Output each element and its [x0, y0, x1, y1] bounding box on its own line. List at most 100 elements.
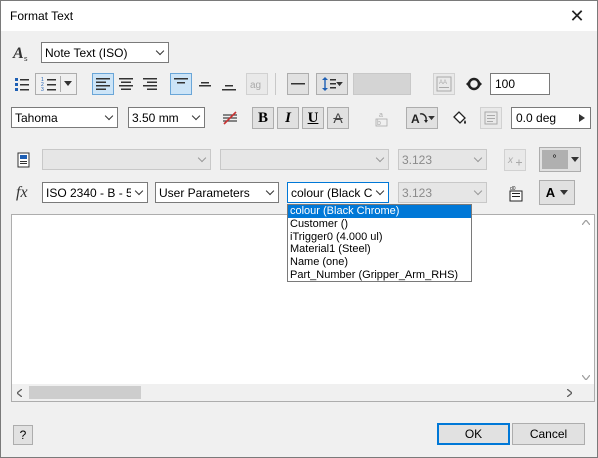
scroll-down-icon[interactable]: [582, 375, 590, 380]
cancel-button[interactable]: Cancel: [512, 423, 585, 445]
text-frame-button[interactable]: [480, 107, 502, 129]
ok-button[interactable]: OK: [437, 423, 510, 445]
dropdown-option[interactable]: Part_Number (Gripper_Arm_RHS): [288, 269, 471, 282]
help-icon: ?: [19, 428, 27, 442]
horizontal-scroll-thumb[interactable]: [29, 386, 141, 399]
dropdown-arrow-icon: [560, 189, 569, 195]
fill-color-button[interactable]: [448, 107, 470, 129]
font-size-select[interactable]: 3.50 mm: [128, 107, 205, 128]
bold-button[interactable]: B: [252, 107, 274, 129]
font-value: Tahoma: [15, 110, 58, 125]
precision-value-top: 3.123: [402, 152, 433, 167]
paint-bucket-icon: [453, 111, 466, 124]
component-select[interactable]: [42, 149, 211, 170]
dropdown-option[interactable]: iTrigger0 (4.000 ul): [288, 231, 471, 244]
component-icon: [13, 149, 35, 171]
scroll-up-icon[interactable]: [582, 220, 590, 225]
svg-text:3: 3: [41, 87, 44, 92]
rotate-text-button[interactable]: A: [406, 107, 438, 129]
horizontal-scrollbar[interactable]: [12, 384, 577, 401]
bullet-list-icon: [15, 78, 29, 91]
source-select[interactable]: [220, 149, 389, 170]
italic-button[interactable]: I: [277, 107, 299, 129]
dropdown-arrow-icon: [570, 156, 579, 162]
strikethrough-button[interactable]: A: [327, 107, 349, 129]
standard-select[interactable]: ISO 2340 - B - 50: [42, 182, 148, 203]
chevron-down-icon: [470, 150, 486, 169]
svg-text:ag: ag: [250, 80, 261, 91]
align-center-button[interactable]: [115, 73, 137, 95]
text-color-label: A: [545, 185, 556, 200]
chevron-down-icon: [131, 183, 147, 202]
parameter-dropdown-list[interactable]: colour (Black Chrome) Customer () iTrigg…: [287, 204, 472, 282]
parameter-type-value: User Parameters: [159, 185, 250, 200]
bullets-button[interactable]: [11, 73, 33, 95]
help-button[interactable]: ?: [13, 425, 33, 445]
rotation-value: 0.0 deg: [516, 111, 557, 125]
add-property-button[interactable]: x: [504, 149, 526, 171]
scrollbar-corner: [577, 384, 594, 401]
fit-text-button[interactable]: AA: [433, 73, 455, 95]
precision-select[interactable]: 3.123: [398, 182, 487, 203]
dropdown-option[interactable]: Name (one): [288, 256, 471, 269]
parameter-select[interactable]: colour (Black Chr: [287, 182, 389, 203]
text-case-icon: ab: [375, 112, 388, 127]
chevron-down-icon: [152, 43, 168, 62]
stack-text-button[interactable]: [219, 107, 241, 129]
add-parameter-button[interactable]: d0: [505, 182, 527, 204]
text-frame-icon: [484, 111, 498, 125]
precision-select-top[interactable]: 3.123: [398, 149, 487, 170]
align-left-button[interactable]: [92, 73, 114, 95]
add-text-parameter-icon: x: [507, 155, 522, 166]
close-button[interactable]: ✕: [557, 1, 597, 31]
chevron-down-icon: [101, 108, 117, 127]
add-parameter-icon: d0: [509, 186, 523, 202]
valign-bottom-button[interactable]: [218, 73, 240, 95]
rotation-field[interactable]: 0.0 deg: [511, 107, 591, 129]
svg-text:A: A: [411, 112, 420, 126]
align-right-button[interactable]: [139, 73, 161, 95]
align-right-icon: [143, 78, 157, 90]
chevron-down-icon: [194, 150, 210, 169]
text-style-select[interactable]: Note Text (ISO): [41, 42, 169, 63]
line-spacing-button[interactable]: [316, 73, 348, 95]
valign-top-button[interactable]: [170, 73, 192, 95]
scroll-right-icon[interactable]: [567, 389, 572, 397]
width-scale-field[interactable]: 100: [490, 73, 550, 95]
symbol-button[interactable]: °: [539, 147, 581, 172]
underline-button[interactable]: U: [302, 107, 324, 129]
fx-icon: fx: [16, 184, 28, 201]
parameter-type-select[interactable]: User Parameters: [155, 182, 279, 203]
dropdown-option[interactable]: colour (Black Chrome): [288, 205, 471, 218]
italic-label: I: [285, 109, 291, 126]
chevron-down-icon: [372, 183, 388, 202]
toolbar-separator: [275, 73, 276, 95]
rotate-text-icon: A: [411, 112, 428, 126]
case-button[interactable]: ab: [371, 107, 393, 129]
chevron-down-icon: [188, 108, 204, 127]
align-bottom-icon: [222, 85, 236, 91]
numbering-split-button[interactable]: 1 2 3: [35, 73, 77, 95]
underline-label: U: [307, 109, 319, 126]
align-middle-icon: [199, 82, 211, 87]
line-button[interactable]: [287, 73, 309, 95]
dropdown-option[interactable]: Material1 (Steel): [288, 243, 471, 256]
dropdown-option[interactable]: Customer (): [288, 218, 471, 231]
scroll-left-icon[interactable]: [17, 389, 22, 397]
text-color-button[interactable]: A: [539, 180, 575, 205]
insert-symbol-button[interactable]: ag: [246, 73, 268, 95]
chevron-down-icon: [470, 183, 486, 202]
strikethrough-label: A: [333, 110, 343, 126]
align-left-icon: [96, 78, 110, 90]
line-spacing-value-field[interactable]: [353, 73, 411, 95]
svg-text:s: s: [24, 56, 28, 63]
valign-middle-button[interactable]: [194, 73, 216, 95]
text-style-icon: A s: [11, 42, 33, 64]
ag-text-icon: ag: [250, 80, 261, 91]
font-select[interactable]: Tahoma: [11, 107, 118, 128]
format-text-dialog: Format Text ✕ A s Note Text (ISO) 1 2 3: [0, 0, 598, 458]
vertical-scrollbar[interactable]: [577, 215, 594, 385]
dropdown-arrow-icon: [63, 81, 72, 86]
spinner-arrow-icon[interactable]: [579, 114, 586, 122]
svg-text:x: x: [507, 155, 514, 166]
